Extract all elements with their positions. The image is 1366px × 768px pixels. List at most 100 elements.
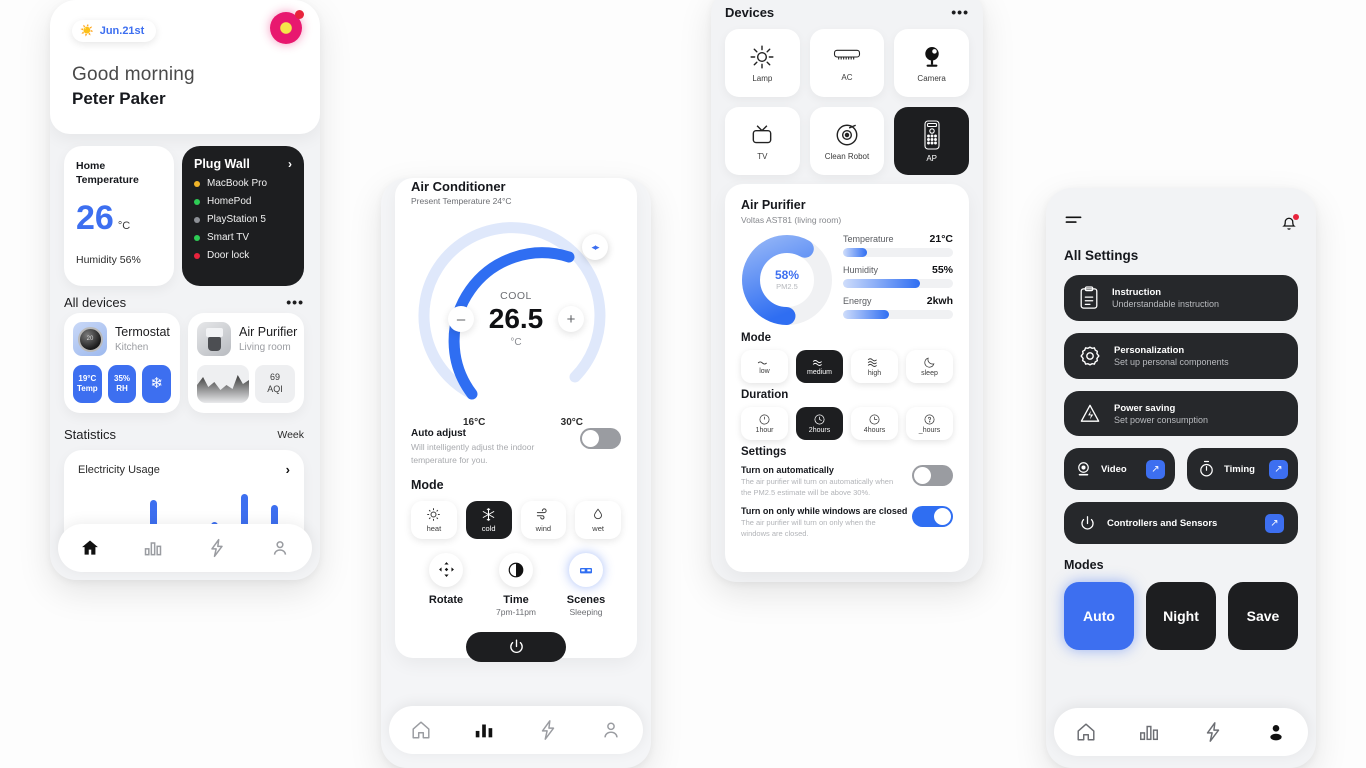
statistics-title: Statistics (64, 427, 117, 442)
duration-2hours[interactable]: 2hours (796, 407, 843, 440)
metric-value: 55% (931, 264, 953, 276)
gear-icon (1080, 346, 1100, 366)
mode-card-save[interactable]: Save (1228, 582, 1298, 650)
power-icon (509, 639, 523, 654)
external-link-icon[interactable]: ↗ (1265, 513, 1284, 533)
bell-icon[interactable] (1280, 214, 1299, 238)
setting-title: Turn on automatically (741, 465, 834, 475)
setting-title: Turn on only while windows are closed (741, 505, 908, 516)
tab-profile[interactable] (270, 538, 290, 558)
device-card-thermostat[interactable]: 20 Termostat Kitchen 19°C Temp 35% RH ❄ (64, 313, 180, 413)
mode-card-night[interactable]: Night (1146, 582, 1216, 650)
tile-label: AC (841, 72, 853, 82)
mode-card-auto[interactable]: Auto (1064, 582, 1134, 650)
settings-card-controllers-sensors[interactable]: Controllers and Sensors ↗ (1064, 502, 1298, 544)
mini-card-label: Video (1101, 463, 1127, 475)
bottom-tabbar (1054, 708, 1308, 756)
decrease-temperature-button[interactable]: – (448, 306, 474, 332)
device-tile-camera[interactable]: Camera (894, 29, 969, 97)
setting-toggle-auto[interactable] (912, 465, 953, 486)
action-sub: Sleeping (569, 606, 603, 617)
settings-card-title: Power saving (1114, 402, 1176, 414)
purifier-mode-low[interactable]: low (741, 350, 788, 383)
tab-profile[interactable] (600, 719, 622, 741)
external-link-icon[interactable]: ↗ (1269, 459, 1288, 479)
device-card-air-purifier[interactable]: Air Purifier Living room 69 AQI (188, 313, 304, 413)
list-item[interactable]: Door lock (194, 250, 292, 261)
plug-wall-title: Plug Wall (194, 157, 250, 171)
chevron-right-icon[interactable]: › (288, 157, 292, 171)
tab-energy[interactable] (1202, 721, 1224, 743)
tab-profile[interactable] (1265, 721, 1287, 743)
list-item[interactable]: Smart TV (194, 232, 292, 243)
user-name: Peter Paker (72, 89, 166, 108)
avatar[interactable] (270, 10, 304, 44)
settings-mini-video[interactable]: Video ↗ (1064, 448, 1175, 490)
more-options-icon[interactable]: ••• (951, 4, 969, 20)
mini-card-label: Timing (1224, 463, 1255, 475)
device-tile-clean-robot[interactable]: Clean Robot (809, 107, 885, 175)
home-temperature-card[interactable]: Home Temperature 26 °C Humidity 56% (64, 146, 174, 286)
aqi-label: AQI (267, 384, 283, 394)
thermostat-humidity-pill[interactable]: 35% RH (107, 365, 137, 403)
status-dot (194, 198, 200, 205)
ac-mode-wind[interactable]: wind (520, 500, 567, 539)
action-time[interactable]: Time 7pm-11pm (481, 552, 551, 617)
plug-device-label: PlayStation 5 (207, 214, 266, 225)
settings-card-power-saving[interactable]: Power saving Set power consumption (1064, 391, 1298, 436)
ac-mode-heat[interactable]: heat (411, 500, 457, 539)
tab-home[interactable] (1075, 721, 1097, 743)
tab-home[interactable] (410, 719, 432, 741)
action-scenes[interactable]: Scenes Sleeping (551, 552, 621, 617)
device-tile-tv[interactable]: TV (725, 107, 800, 175)
more-options-icon[interactable]: ••• (286, 294, 304, 310)
tab-energy[interactable] (537, 719, 559, 741)
list-item[interactable]: MacBook Pro (194, 178, 292, 189)
statistics-range[interactable]: Week (277, 429, 304, 441)
thermostat-temp-pill[interactable]: 19°C Temp (73, 365, 102, 403)
duration-4hours[interactable]: 4hours (851, 407, 898, 440)
snowflake-icon (482, 507, 495, 521)
purifier-mode-sleep[interactable]: sleep (906, 350, 953, 383)
list-item[interactable]: HomePod (194, 196, 292, 207)
chevron-right-icon[interactable]: › (286, 462, 290, 477)
bottom-tabbar (389, 706, 643, 754)
dial-handle[interactable]: ◂▸ (582, 234, 608, 260)
duration-1hour[interactable]: 1hour (741, 407, 788, 440)
snowflake-icon[interactable]: ❄ (142, 365, 172, 403)
auto-adjust-toggle[interactable] (580, 428, 621, 449)
menu-icon[interactable] (1064, 214, 1083, 227)
date-chip[interactable]: ☀️ Jun.21st (72, 20, 157, 42)
purifier-mode-high[interactable]: high (851, 350, 898, 383)
settings-card-instruction[interactable]: Instruction Understandable instruction (1064, 275, 1298, 321)
setting-windows-closed: Turn on only while windows are closed Th… (741, 505, 953, 540)
tv-icon (752, 124, 772, 143)
device-tile-ap[interactable]: AP (894, 107, 969, 175)
device-tile-lamp[interactable]: Lamp (725, 29, 800, 97)
tab-energy[interactable] (207, 538, 227, 558)
external-link-icon[interactable]: ↗ (1146, 459, 1165, 479)
settings-card-personalization[interactable]: Personalization Set up personal componen… (1064, 333, 1298, 379)
ac-mode-wet[interactable]: wet (575, 500, 621, 539)
wide-card-label: Controllers and Sensors (1107, 517, 1218, 529)
ac-mode-cold[interactable]: cold (465, 500, 512, 539)
purifier-mode-medium[interactable]: medium (796, 350, 843, 383)
power-button[interactable] (466, 631, 566, 662)
list-item[interactable]: PlayStation 5 (194, 214, 292, 225)
action-rotate[interactable]: Rotate (411, 552, 481, 617)
settings-mini-timing[interactable]: Timing ↗ (1187, 448, 1298, 490)
tab-stats[interactable] (473, 719, 495, 741)
setting-toggle-windows[interactable] (912, 505, 953, 527)
device-tile-ac[interactable]: AC (809, 29, 885, 97)
tab-stats[interactable] (1138, 721, 1160, 743)
duration-custom[interactable]: _hours (906, 407, 953, 440)
plug-wall-card[interactable]: Plug Wall › MacBook Pro HomePod PlayStat… (182, 146, 304, 286)
increase-temperature-button[interactable]: + (558, 306, 584, 332)
tile-label: Camera (917, 73, 946, 83)
tab-home[interactable] (80, 538, 100, 558)
temperature-dial[interactable]: COOL 26.5 °C – + ◂▸ 16°C 30°C (411, 214, 621, 428)
setting-description: The air purifier will turn on only when … (741, 517, 876, 538)
tab-stats[interactable] (143, 538, 163, 558)
plug-device-label: Door lock (207, 250, 250, 261)
settings-card-description: Set power consumption (1114, 414, 1209, 425)
